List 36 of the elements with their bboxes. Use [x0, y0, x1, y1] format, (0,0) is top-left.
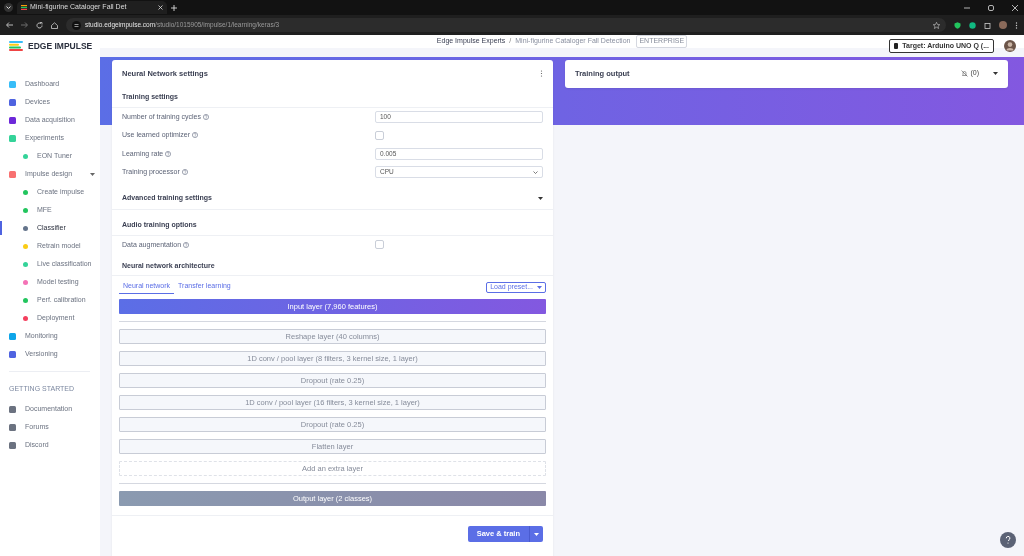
help-icon: [181, 169, 188, 176]
logo-icon: [9, 41, 23, 51]
menu-icon[interactable]: [1015, 21, 1018, 29]
checkbox[interactable]: [375, 240, 384, 250]
minimize-icon[interactable]: [964, 4, 970, 11]
back-icon[interactable]: [6, 22, 13, 28]
star-icon[interactable]: [933, 21, 940, 29]
site-info-icon[interactable]: [72, 20, 81, 30]
help-icon[interactable]: [1000, 532, 1016, 548]
dropdown-button[interactable]: [529, 526, 543, 542]
chip-icon: [894, 43, 899, 49]
extension-icon[interactable]: [969, 21, 976, 29]
shield-icon[interactable]: [954, 21, 961, 29]
tab-list-icon[interactable]: [4, 3, 13, 12]
more-icon[interactable]: [540, 70, 543, 77]
avatar-icon[interactable]: [999, 21, 1007, 29]
avatar-icon[interactable]: [1004, 40, 1016, 52]
home-icon[interactable]: [51, 21, 58, 29]
help-icon: [192, 132, 199, 139]
help-icon: [203, 113, 209, 120]
checkbox[interactable]: [375, 130, 384, 140]
help-icon: [183, 241, 190, 248]
caret-icon: [537, 286, 542, 289]
close-icon[interactable]: [158, 5, 163, 10]
chevron-icon: [533, 170, 538, 174]
new-tab-icon[interactable]: [171, 4, 177, 11]
bell-off-icon[interactable]: [961, 70, 969, 77]
logo-text: EDGE IMPULSE: [28, 39, 93, 53]
favicon-icon: [21, 5, 27, 10]
reload-icon[interactable]: [36, 21, 43, 29]
close-icon[interactable]: [1012, 4, 1018, 11]
help-icon: [165, 150, 172, 157]
forward-icon[interactable]: [21, 22, 28, 28]
caret-icon: [534, 532, 539, 536]
caret-icon: [993, 72, 998, 75]
maximize-icon[interactable]: [988, 4, 994, 11]
